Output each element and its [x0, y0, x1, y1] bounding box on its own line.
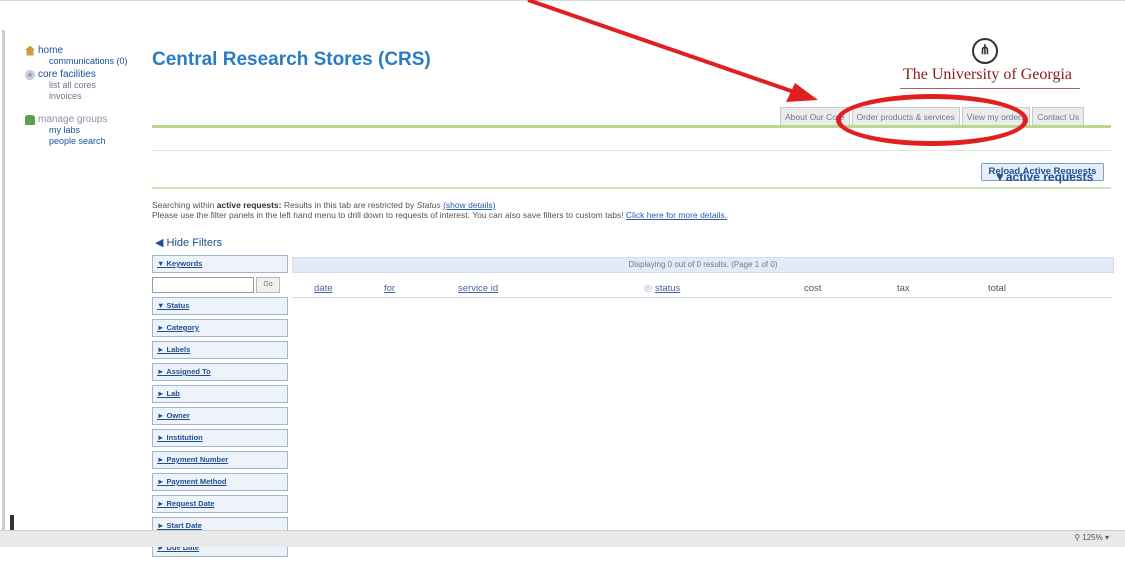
annotation-arrow	[527, 0, 818, 102]
browser-status-bar: ⚲ 125% ▾	[0, 530, 1125, 547]
zoom-level[interactable]: ⚲ 125% ▾	[1074, 533, 1109, 542]
annotation-circle	[836, 94, 1028, 146]
arrow-shaft	[527, 0, 801, 96]
arrow-head	[786, 83, 818, 102]
zoom-value: 125%	[1082, 533, 1103, 542]
